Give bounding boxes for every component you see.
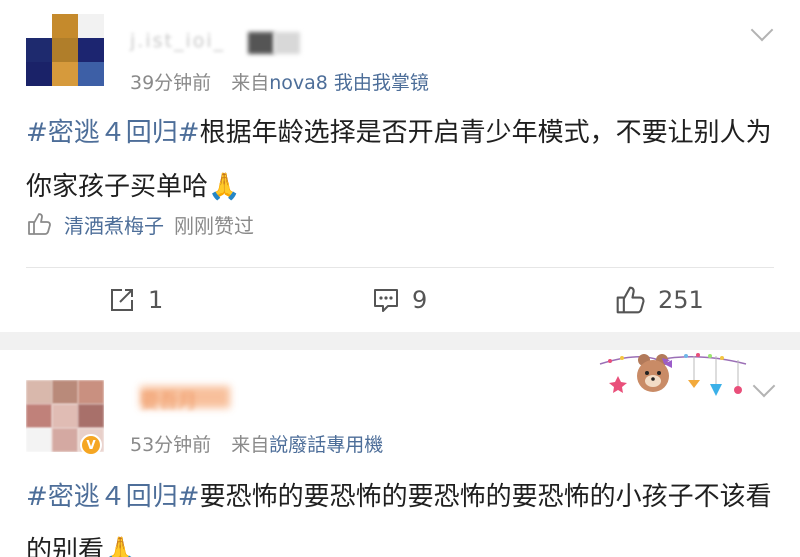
- post-source[interactable]: 說廢話專用機: [269, 434, 383, 456]
- verified-badge-icon: V: [80, 434, 102, 456]
- repost-icon: [111, 289, 133, 311]
- topic-link[interactable]: #密逃４回归#: [26, 118, 200, 148]
- thumb-up-icon: [616, 286, 645, 314]
- avatar[interactable]: [26, 14, 104, 86]
- comment-button[interactable]: 9: [372, 282, 427, 318]
- post-content: #密逃４回归#要恐怖的要恐怖的要恐怖的要恐怖的小孩子不该看的别看🙏: [26, 470, 776, 557]
- like-button[interactable]: 251: [614, 282, 704, 318]
- post-meta: 53分钟前 来自說廢話專用機: [130, 430, 383, 457]
- source-prefix: 来自: [231, 434, 270, 456]
- weibo-post-1: j.ist_ioi_ 39分钟前 来自nova8 我由我掌镜 #密逃４回归#根据…: [0, 0, 800, 332]
- comment-count: 9: [412, 286, 428, 314]
- liked-by-row: 清酒煮梅子 刚刚赞过: [26, 207, 254, 241]
- topic-link[interactable]: #密逃４回归#: [26, 482, 200, 512]
- thumb-up-icon: [28, 213, 51, 235]
- post-content: #密逃４回归#根据年龄选择是否开启青少年模式，不要让别人为你家孩子买单哈🙏: [26, 106, 776, 214]
- like-count: 251: [658, 286, 704, 314]
- comment-icon: [374, 289, 398, 312]
- pray-emoji: 🙏: [208, 172, 241, 202]
- username[interactable]: j.ist_ioi_: [130, 30, 300, 56]
- post-time: 39分钟前: [130, 72, 212, 94]
- bear-decoration-icon: [599, 353, 747, 396]
- source-prefix: 来自: [231, 72, 270, 94]
- username[interactable]: 要吾月: [140, 386, 264, 412]
- divider-line: [26, 267, 774, 268]
- liked-text: 刚刚赞过: [174, 213, 254, 238]
- pray-emoji: 🙏: [104, 536, 137, 557]
- post-meta: 39分钟前 来自nova8 我由我掌镜: [130, 68, 429, 95]
- repost-button[interactable]: 1: [108, 282, 163, 318]
- liker-name[interactable]: 清酒煮梅子: [64, 210, 164, 239]
- username-text: j.ist_ioi_: [130, 30, 226, 52]
- repost-count: 1: [148, 286, 164, 314]
- chevron-down-icon[interactable]: [750, 18, 774, 42]
- post-separator: [0, 332, 800, 350]
- post-time: 53分钟前: [130, 434, 212, 456]
- post-source[interactable]: nova8 我由我掌镜: [269, 72, 429, 94]
- username-text: 要吾月: [140, 390, 198, 412]
